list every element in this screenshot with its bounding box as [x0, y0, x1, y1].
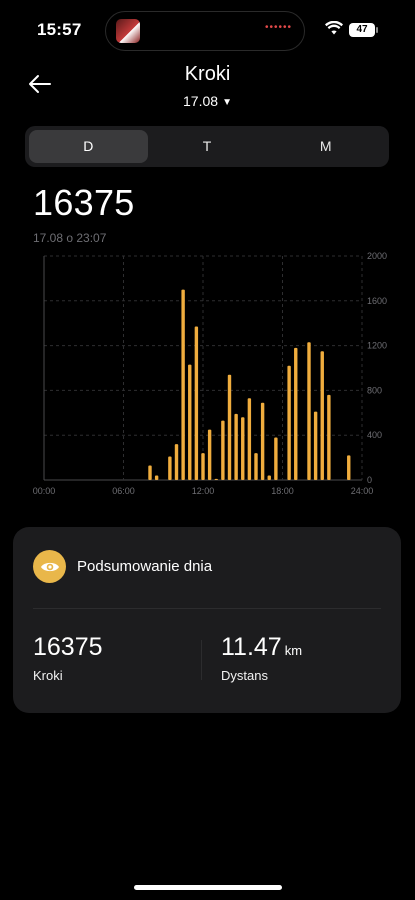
x-tick-label: 06:00: [112, 486, 135, 496]
chart-bar: [307, 342, 311, 480]
caret-down-icon: ▼: [222, 97, 232, 108]
chart-bar: [207, 429, 212, 480]
tab-day[interactable]: D: [29, 130, 148, 163]
chart-bar: [260, 402, 265, 480]
stat-divider: [201, 640, 202, 680]
chart-bar: [287, 365, 291, 480]
chart-bar: [227, 374, 232, 480]
chart-bar: [194, 326, 199, 480]
total-steps-value: 16375: [33, 182, 135, 223]
chart-bar: [188, 364, 192, 480]
x-tick-label: 00:00: [33, 486, 56, 496]
y-tick-label: 2000: [367, 251, 387, 261]
steps-stat-label: Kroki: [33, 668, 63, 683]
chart-bar: [221, 420, 225, 480]
chart-bar: [174, 444, 179, 480]
distance-stat-value: 11.47: [221, 633, 282, 661]
steps-bar-chart: 0 400 800 1200 1600 2000 00:00 06:00 12:00 18:00 2…: [33, 251, 387, 496]
y-tick-label: 1600: [367, 296, 387, 306]
battery-icon: 47: [349, 23, 375, 37]
chart-bar: [274, 437, 278, 480]
x-tick-label: 12:00: [192, 486, 215, 496]
chart-bar: [254, 453, 258, 480]
chart-bar: [148, 465, 152, 480]
date-value: 17.08: [183, 93, 219, 109]
chart-bar: [154, 475, 159, 480]
chart-bar: [214, 478, 218, 480]
period-segmented-control: D T M: [25, 126, 389, 167]
chart-bar: [241, 417, 245, 480]
live-activity-app-icon: [116, 19, 140, 43]
distance-stat: 11.47 km Dystans: [221, 633, 302, 683]
last-updated-text: 17.08 o 23:07: [33, 231, 107, 245]
recording-dots-icon: ••••••: [264, 22, 292, 33]
y-tick-label: 0: [367, 475, 372, 485]
screen: 15:57 •••••• 47 Kroki 17.08 ▼ D T M 16375…: [0, 0, 415, 900]
chart-bar: [247, 398, 252, 480]
x-tick-label: 18:00: [271, 486, 294, 496]
eye-icon: [33, 550, 66, 583]
distance-unit: km: [284, 643, 303, 658]
card-divider: [33, 608, 381, 609]
x-tick-label: 24:00: [351, 486, 374, 496]
dynamic-island[interactable]: ••••••: [105, 11, 305, 51]
steps-stat-value: 16375: [33, 633, 103, 661]
chart-bar: [168, 456, 172, 480]
chart-bar: [294, 347, 298, 480]
battery-tip: [376, 27, 378, 33]
wifi-icon: [325, 21, 343, 35]
tab-month[interactable]: M: [266, 130, 385, 163]
chart-bar: [181, 289, 185, 480]
chart-bar: [234, 413, 238, 480]
card-title: Podsumowanie dnia: [77, 558, 213, 575]
chart-bar: [320, 351, 324, 480]
tab-week[interactable]: T: [148, 130, 267, 163]
y-tick-label: 400: [367, 430, 382, 440]
chart-bar: [267, 475, 271, 480]
chart-bar: [327, 394, 331, 480]
status-time: 15:57: [37, 20, 82, 39]
chart-bar: [313, 411, 318, 480]
page-title: Kroki: [184, 63, 231, 85]
day-summary-card[interactable]: Podsumowanie dnia 16375 Kroki 11.47 km Dy…: [13, 527, 401, 713]
y-tick-label: 1200: [367, 341, 387, 351]
chart-bar: [201, 453, 205, 480]
chart-bar: [347, 455, 351, 480]
date-selector[interactable]: 17.08 ▼: [0, 93, 415, 109]
y-tick-label: 800: [367, 385, 382, 395]
home-indicator[interactable]: [134, 885, 282, 890]
steps-stat: 16375 Kroki: [33, 633, 103, 683]
distance-stat-label: Dystans: [221, 668, 268, 683]
